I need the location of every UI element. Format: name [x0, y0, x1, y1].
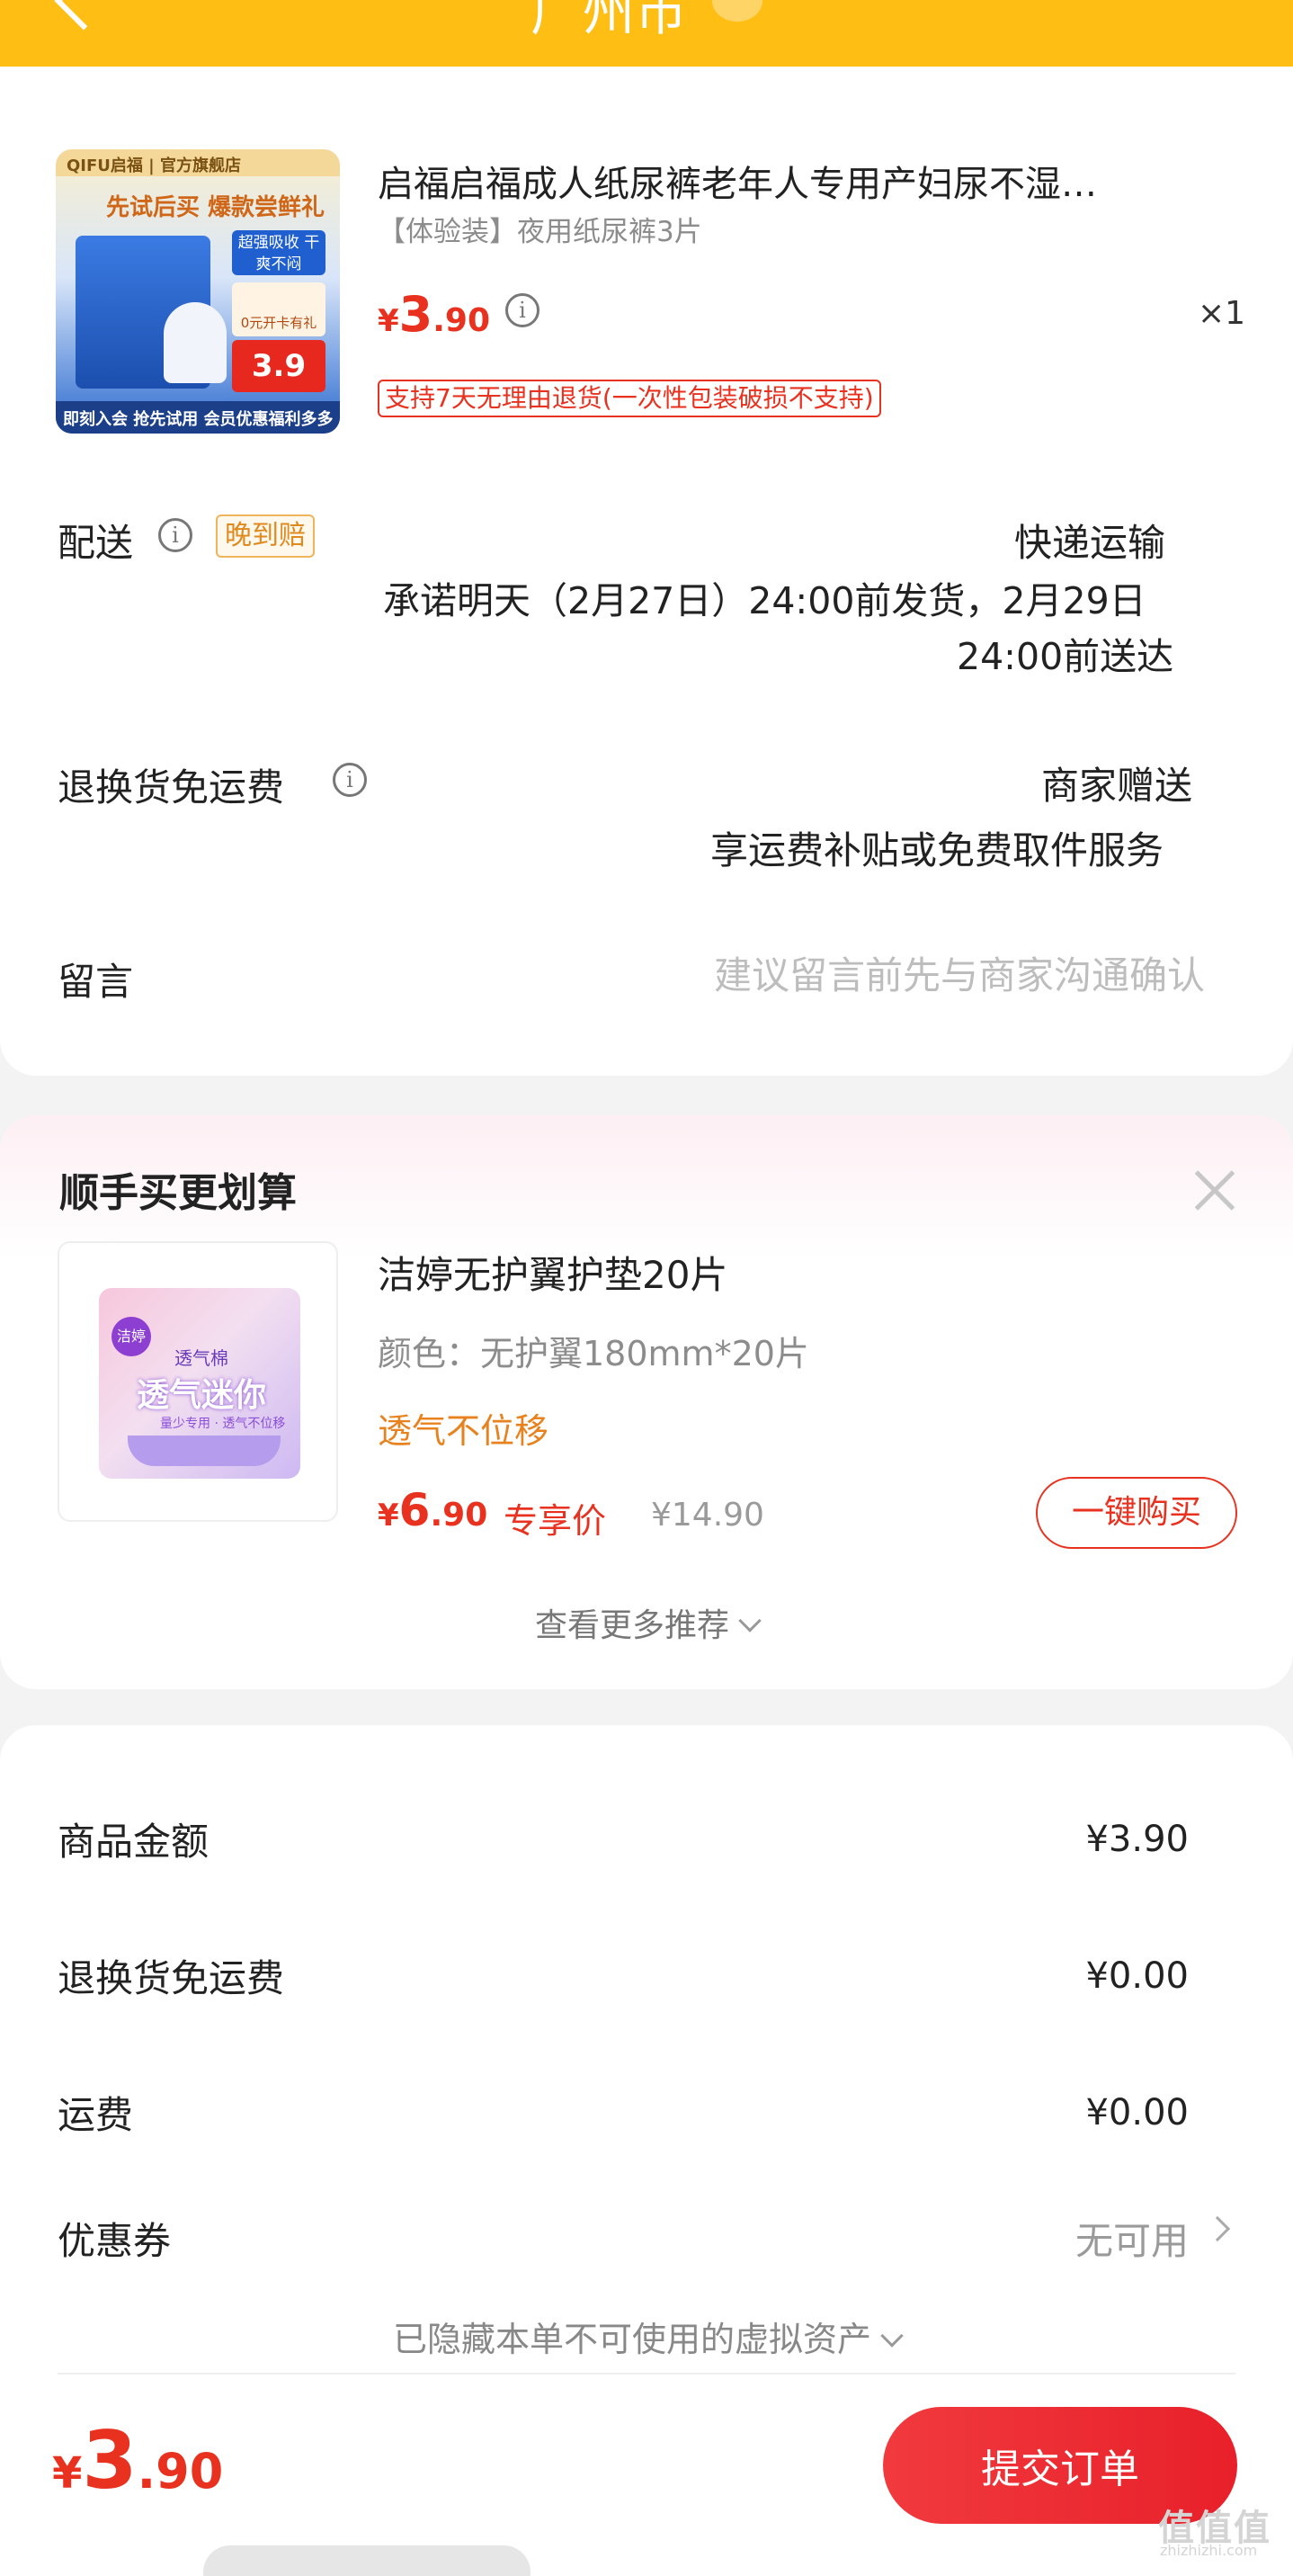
return-shipping-value: 商家赠送: [1041, 764, 1193, 808]
price-integer: 6: [398, 1484, 431, 1536]
total-currency: ¥: [52, 2448, 83, 2499]
summary-item-label: 退换货免运费: [58, 1956, 285, 2000]
chevron-down-icon: [738, 1609, 762, 1632]
coupon-label: 优惠券: [58, 2219, 172, 2263]
watermark-url: zhizhizhi.com: [1160, 2542, 1258, 2559]
price-currency: ¥: [378, 303, 399, 339]
close-icon[interactable]: [1192, 1167, 1237, 1212]
recommend-product-price: ¥6.90: [378, 1484, 487, 1536]
total-price: ¥3.90: [52, 2414, 223, 2507]
image-feature-tag: 超强吸收 干爽不闷: [232, 230, 325, 275]
shipping-label: 配送: [58, 521, 134, 565]
product-spec[interactable]: 【体验装】夜用纸尿裤3片: [378, 209, 702, 249]
image-gift-tag: 0元开卡有礼: [232, 282, 325, 336]
price-decimal: .90: [430, 1497, 488, 1534]
hidden-assets-label: 已隐藏本单不可使用的虚拟资产: [392, 2320, 871, 2359]
recommend-product-title[interactable]: 洁婷无护翼护垫20片: [378, 1245, 727, 1300]
original-price: ¥14.90: [651, 1497, 764, 1534]
summary-item-value: ¥3.90: [1085, 1819, 1189, 1860]
price-currency: ¥: [378, 1498, 399, 1534]
message-input[interactable]: [647, 948, 1205, 1002]
summary-item-value: ¥0.00: [1085, 2092, 1189, 2133]
home-indicator: [203, 2545, 531, 2576]
product-quantity: ×1: [1198, 295, 1246, 332]
image-pad: [128, 1436, 281, 1466]
total-decimal: .90: [137, 2443, 224, 2500]
late-compensation-badge[interactable]: 晚到赔: [216, 514, 315, 558]
return-shipping-info-icon[interactable]: i: [333, 763, 367, 797]
price-decimal: .90: [432, 302, 491, 339]
hidden-assets-toggle[interactable]: 已隐藏本单不可使用的虚拟资产: [0, 2312, 1293, 2361]
more-recommend-label: 查看更多推荐: [534, 1607, 729, 1644]
return-policy-badge: 支持7天无理由退货(一次性包装破损不支持): [378, 380, 881, 417]
shipping-promise-line2: 24:00前送达: [957, 635, 1174, 678]
recommend-title: 顺手买更划算: [59, 1170, 297, 1216]
image-bottom-text: 即刻入会 抢先试用 会员优惠福利多多: [63, 410, 334, 429]
summary-item-value: ¥0.00: [1085, 1955, 1189, 1997]
return-shipping-desc: 享运费补贴或免费取件服务: [710, 828, 1164, 872]
return-shipping-label: 退换货免运费: [58, 765, 285, 809]
one-click-buy-button[interactable]: 一键购买: [1036, 1477, 1237, 1549]
coupon-value[interactable]: 无可用: [953, 2211, 1189, 2266]
recommend-product-tag: 透气不位移: [378, 1411, 549, 1451]
image-price-tag: 3.9: [232, 340, 325, 392]
location-title[interactable]: 广州市: [531, 0, 687, 45]
recommend-product-spec[interactable]: 颜色：无护翼180mm*20片: [378, 1326, 809, 1375]
image-label-1: 透气棉: [174, 1347, 228, 1369]
price-integer: 3: [398, 286, 433, 343]
image-brand-text: QIFU启福 | 官方旗舰店: [67, 157, 242, 175]
image-slogan: 先试后买 爆款尝鲜礼: [106, 194, 325, 221]
exclusive-price-label: 专享价: [504, 1501, 607, 1541]
summary-item-label: 商品金额: [58, 1820, 210, 1864]
more-recommend-link[interactable]: 查看更多推荐: [0, 1599, 1293, 1646]
product-title[interactable]: 启福启福成人纸尿裤老年人专用产妇尿不湿…: [378, 155, 1223, 207]
chevron-down-icon: [880, 2324, 904, 2348]
summary-item-label: 运费: [58, 2093, 134, 2137]
image-label-3: 量少专用 · 透气不位移: [160, 1417, 286, 1431]
shipping-mode: 快递运输: [1014, 521, 1166, 565]
total-integer: 3: [82, 2414, 138, 2507]
message-label: 留言: [58, 960, 134, 1004]
image-brand-logo: 洁婷: [111, 1317, 151, 1356]
shipping-info-icon[interactable]: i: [158, 518, 192, 552]
recommend-product-image[interactable]: 洁婷 透气棉 透气迷你 量少专用 · 透气不位移: [58, 1241, 338, 1522]
shipping-promise-line1: 承诺明天（2月27日）24:00前发货，2月29日: [383, 579, 1146, 622]
image-label-2: 透气迷你: [137, 1377, 267, 1414]
divider: [58, 2373, 1235, 2375]
price-info-icon[interactable]: i: [505, 293, 539, 327]
image-diaper: [164, 302, 227, 383]
product-price: ¥3.90: [378, 286, 490, 343]
product-image[interactable]: QIFU启福 | 官方旗舰店 先试后买 爆款尝鲜礼 超强吸收 干爽不闷 0元开卡…: [56, 149, 340, 434]
